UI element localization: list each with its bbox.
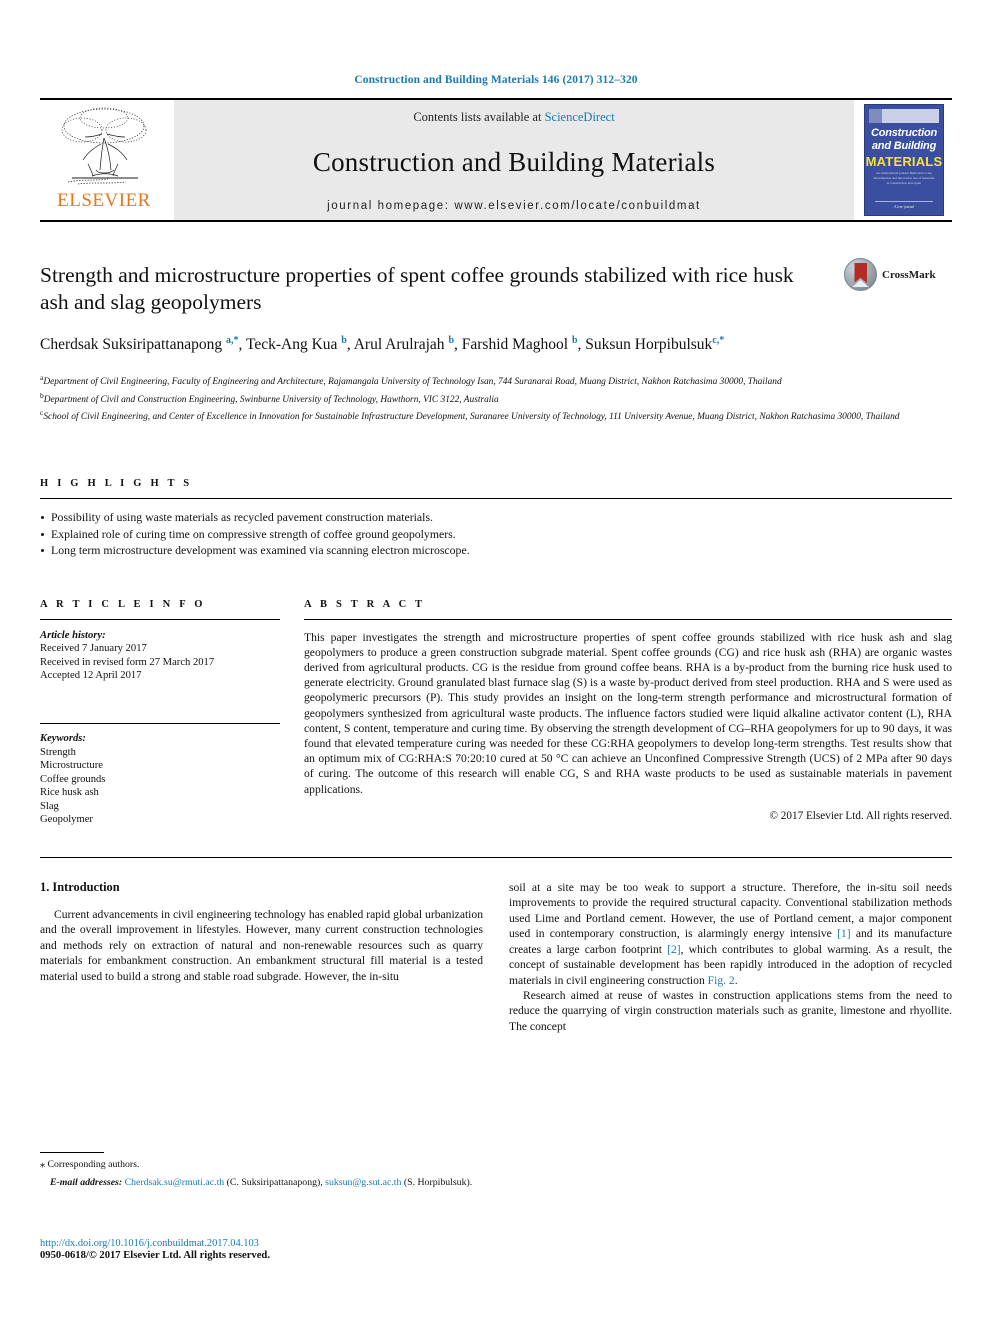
author-list: Cherdsak Suksiripattanapong a,*, Teck-An… [40, 335, 725, 354]
email-owner-1: (C. Suksiripattanapong), [226, 1177, 323, 1188]
corresponding-author-footnote: ⁎ Corresponding authors. E-mail addresse… [40, 1152, 478, 1189]
article-info-column: A R T I C L E I N F O Article history: R… [40, 599, 280, 828]
abstract-text: This paper investigates the strength and… [304, 630, 952, 796]
list-item: Explained role of curing time on compres… [40, 526, 952, 543]
email-addresses-label: E-mail addresses: [50, 1177, 123, 1188]
abstract-rule [304, 618, 952, 620]
journal-title: Construction and Building Materials [312, 147, 716, 177]
body-columns: 1. Introduction Current advancements in … [40, 880, 952, 1034]
citation-ref-2[interactable]: [2] [667, 943, 681, 956]
history-item: Accepted 12 April 2017 [40, 670, 142, 682]
history-item: Received 7 January 2017 [40, 643, 147, 655]
cover-line-1: Construction [870, 127, 938, 139]
article-info-rule [40, 618, 280, 620]
history-item: Received in revised form 27 March 2017 [40, 656, 215, 668]
abstract-heading: A B S T R A C T [304, 598, 426, 610]
affiliation-a: aDepartment of Civil Engineering, Facult… [40, 372, 920, 389]
affiliation-text-a: Department of Civil Engineering, Faculty… [43, 377, 782, 388]
affiliation-text-c: School of Civil Engineering, and Center … [43, 412, 900, 423]
cover-corner-square [869, 109, 882, 123]
cover-footer-rule [875, 201, 933, 202]
affiliation-b: bDepartment of Civil and Construction En… [40, 390, 920, 407]
citation-ref-1[interactable]: [1] [837, 927, 851, 940]
cover-footer-text: A free journal [894, 205, 914, 209]
highlights-heading: H I G H L I G H T S [40, 478, 193, 490]
email-link-1[interactable]: Cherdsak.su@rmuti.ac.th [125, 1177, 225, 1188]
keyword-item: Coffee grounds [40, 773, 106, 785]
title-block: CrossMark Strength and microstructure pr… [40, 258, 952, 356]
footnote-corresponding: ⁎ Corresponding authors. [40, 1158, 478, 1171]
journal-article-page: Construction and Building Materials 146 … [0, 0, 992, 1323]
intro-right-seg-d: . [734, 973, 738, 987]
elsevier-logo: ELSEVIER [40, 100, 168, 220]
keyword-item: Rice husk ash [40, 787, 99, 799]
crossmark-badge[interactable]: CrossMark [844, 258, 952, 291]
abstract-column: A B S T R A C T This paper investigates … [304, 599, 952, 828]
keyword-item: Strength [40, 746, 76, 758]
list-item: Long term microstructure development was… [40, 542, 952, 559]
article-history: Article history: Received 7 January 2017… [40, 629, 280, 683]
info-abstract-row: A R T I C L E I N F O Article history: R… [40, 599, 952, 828]
cover-line-3: MATERIALS [865, 154, 943, 169]
footnote-emails: E-mail addresses: Cherdsak.su@rmuti.ac.t… [40, 1176, 478, 1189]
journal-cover-thumbnail: Construction and Building MATERIALS An i… [860, 100, 952, 220]
keyword-item: Slag [40, 800, 59, 812]
cover-artwork: Construction and Building MATERIALS An i… [864, 104, 944, 216]
issn-copyright-line: 0950-0618/© 2017 Elsevier Ltd. All right… [40, 1250, 270, 1261]
footnote-rule [40, 1152, 104, 1153]
keywords-label: Keywords: [40, 732, 86, 744]
elsevier-tree-icon [61, 107, 147, 185]
intro-paragraph-right-2: Research aimed at reuse of wastes in con… [509, 988, 952, 1033]
keywords-block: Keywords: Strength Microstructure Coffee… [40, 732, 280, 827]
highlights-list: Possibility of using waste materials as … [40, 509, 952, 559]
journal-homepage-link[interactable]: journal homepage: www.elsevier.com/locat… [327, 200, 701, 212]
contents-prefix: Contents lists available at [413, 110, 542, 124]
highlights-rule [40, 498, 952, 500]
cover-line-2: and Building [871, 140, 937, 152]
abstract-body: This paper investigates the strength and… [304, 630, 952, 797]
cover-footer: A free journal [875, 201, 933, 209]
asterisk-icon: ⁎ [40, 1159, 45, 1170]
affiliations-block: aDepartment of Civil Engineering, Facult… [40, 372, 920, 424]
doi-block: http://dx.doi.org/10.1016/j.conbuildmat.… [40, 1238, 560, 1261]
running-head: Construction and Building Materials 146 … [354, 74, 638, 86]
highlights-section: H I G H L I G H T S Possibility of using… [40, 478, 952, 559]
body-separator-rule [40, 857, 952, 859]
abstract-copyright: © 2017 Elsevier Ltd. All rights reserved… [769, 809, 953, 822]
keywords-rule [40, 722, 280, 724]
affiliation-text-b: Department of Civil and Construction Eng… [43, 394, 499, 405]
sciencedirect-link[interactable]: ScienceDirect [545, 110, 615, 124]
article-info-heading: A R T I C L E I N F O [40, 598, 206, 610]
affiliation-c: cSchool of Civil Engineering, and Center… [40, 407, 920, 424]
crossmark-icon [844, 258, 877, 291]
cover-blurb: An international journal Dedicated to th… [873, 171, 935, 185]
corresponding-label: Corresponding authors. [47, 1159, 140, 1170]
body-column-left: 1. Introduction Current advancements in … [40, 880, 483, 1034]
email-owner-2: (S. Horpibulsuk). [403, 1177, 473, 1188]
intro-paragraph-left: Current advancements in civil engineerin… [40, 908, 483, 983]
list-item: Possibility of using waste materials as … [40, 509, 952, 526]
body-column-right: soil at a site may be too weak to suppor… [509, 880, 952, 1034]
intro-paragraph-right-1: soil at a site may be too weak to suppor… [509, 880, 952, 988]
article-title: Strength and microstructure properties o… [40, 263, 794, 314]
article-history-label: Article history: [40, 629, 106, 641]
keyword-item: Geopolymer [40, 814, 93, 826]
email-link-2[interactable]: suksun@g.sut.ac.th [325, 1177, 401, 1188]
journal-masthead: ELSEVIER Contents lists available at Sci… [40, 98, 952, 222]
contents-list-line: Contents lists available at ScienceDirec… [413, 110, 614, 125]
masthead-center: Contents lists available at ScienceDirec… [174, 100, 854, 220]
section-title-introduction: 1. Introduction [40, 880, 120, 895]
doi-link[interactable]: http://dx.doi.org/10.1016/j.conbuildmat.… [40, 1238, 560, 1249]
figure-ref-link[interactable]: Fig. 2 [708, 974, 735, 987]
crossmark-label: CrossMark [882, 268, 936, 281]
keyword-item: Microstructure [40, 760, 103, 772]
elsevier-wordmark: ELSEVIER [57, 190, 151, 211]
